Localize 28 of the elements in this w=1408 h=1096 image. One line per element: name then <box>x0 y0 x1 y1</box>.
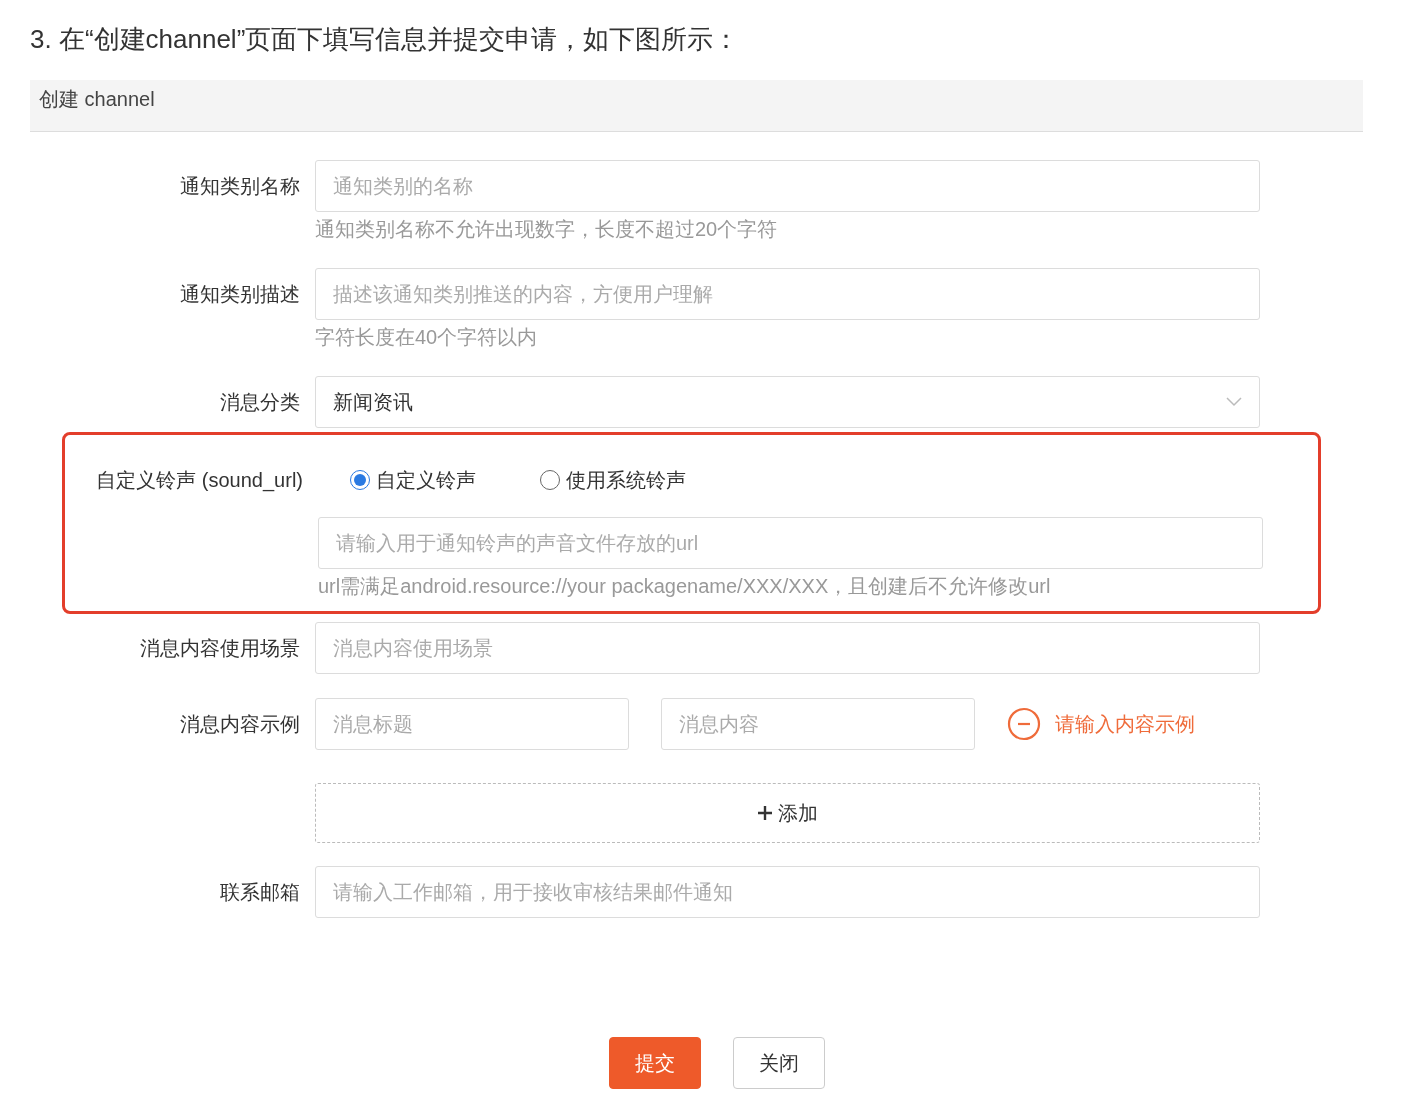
minus-circle-icon <box>1007 707 1041 741</box>
field-label: 联系邮箱 <box>220 881 300 903</box>
field-label: 消息内容使用场景 <box>140 637 300 659</box>
help-text: 字符长度在40个字符以内 <box>315 325 539 350</box>
select-field[interactable]: 新闻资讯 <box>315 376 1260 428</box>
radio-option[interactable]: 使用系统铃声 <box>540 465 686 495</box>
panel-title: 创建 channel <box>39 88 155 110</box>
step-heading: 3. 在“创建channel”页面下填写信息并提交申请，如下图所示： <box>30 23 741 56</box>
input-field[interactable]: 请输入用于通知铃声的声音文件存放的url <box>318 517 1263 569</box>
field-label: 通知类别描述 <box>180 283 300 305</box>
add-button[interactable]: 添加 <box>315 783 1260 843</box>
input-field[interactable]: 消息标题 <box>315 698 629 750</box>
input-field[interactable]: 请输入工作邮箱，用于接收审核结果邮件通知 <box>315 866 1260 918</box>
chevron-down-icon <box>1226 397 1242 407</box>
help-text: url需满足android.resource://your packagename/XXX/XXX，且创建后不允许修改url <box>318 574 1052 599</box>
field-label: 自定义铃声 (sound_url) <box>96 469 303 491</box>
field-label: 消息内容示例 <box>180 713 300 735</box>
input-field[interactable]: 通知类别的名称 <box>315 160 1260 212</box>
field-label: 通知类别名称 <box>180 175 300 197</box>
input-field[interactable]: 消息内容使用场景 <box>315 622 1260 674</box>
select-value: 新闻资讯 <box>333 390 413 415</box>
field-label: 消息分类 <box>220 391 300 413</box>
close-button[interactable]: 关闭 <box>732 1037 825 1089</box>
input-field[interactable]: 描述该通知类别推送的内容，方便用户理解 <box>315 268 1260 320</box>
plus-icon <box>757 806 772 820</box>
radio-option[interactable]: 自定义铃声 <box>350 465 476 495</box>
help-text: 通知类别名称不允许出现数字，长度不超过20个字符 <box>315 217 779 242</box>
input-field[interactable]: 消息内容 <box>661 698 975 750</box>
